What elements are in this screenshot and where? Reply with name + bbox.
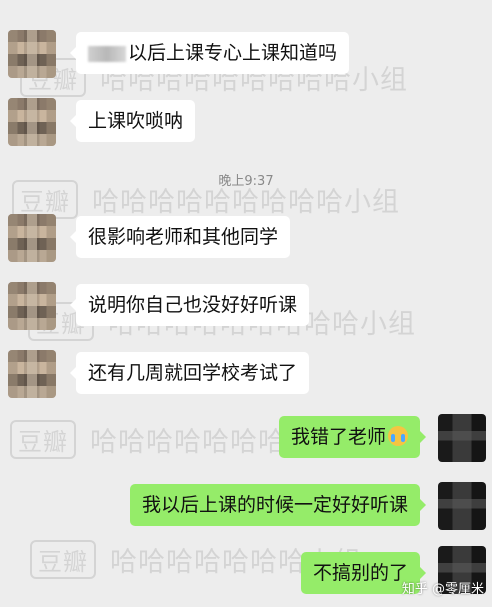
message-bubble[interactable]: 说明你自己也没好好听课 (69, 284, 310, 326)
avatar-self[interactable] (438, 482, 486, 530)
timestamp: 晚上9:37 (218, 174, 274, 189)
message-text: 不搞别的了 (312, 562, 408, 584)
message-bubble[interactable]: 还有几周就回学校考试了 (69, 352, 310, 394)
blurred-name (88, 45, 126, 62)
avatar[interactable] (8, 350, 56, 398)
message-text: 很影响老师和其他同学 (88, 226, 279, 248)
message-text: 上课吹唢呐 (88, 110, 184, 132)
source-credit: 知乎 @零厘米 (401, 582, 484, 597)
avatar[interactable] (8, 30, 56, 78)
message-bubble-self[interactable]: 我以后上课的时候一定好好听课 (129, 484, 427, 526)
avatar[interactable] (8, 214, 56, 262)
message-bubble[interactable]: 上课吹唢呐 (69, 100, 196, 142)
message-bubble[interactable]: 以后上课专心上课知道吗 (69, 32, 350, 74)
watermark-logo: 豆瓣 (30, 540, 96, 579)
message-text: 我以后上课的时候一定好好听课 (141, 494, 408, 516)
message-text: 以后上课专心上课知道吗 (128, 42, 338, 64)
watermark-logo: 豆瓣 (10, 420, 76, 459)
message-text: 我错了老师 (290, 426, 386, 448)
chat-window: 豆瓣 哈哈哈哈哈哈哈哈哈小组 豆瓣 哈哈哈哈哈哈哈哈哈小组 豆瓣 哈哈哈哈哈哈哈… (0, 0, 492, 607)
message-text: 还有几周就回学校考试了 (88, 362, 298, 384)
crying-face-icon (388, 425, 408, 446)
message-text: 说明你自己也没好好听课 (88, 294, 298, 316)
avatar[interactable] (8, 98, 56, 146)
message-bubble[interactable]: 很影响老师和其他同学 (69, 216, 291, 258)
message-bubble-self[interactable]: 我错了老师 (278, 416, 427, 458)
avatar-self[interactable] (438, 414, 486, 462)
avatar[interactable] (8, 282, 56, 330)
